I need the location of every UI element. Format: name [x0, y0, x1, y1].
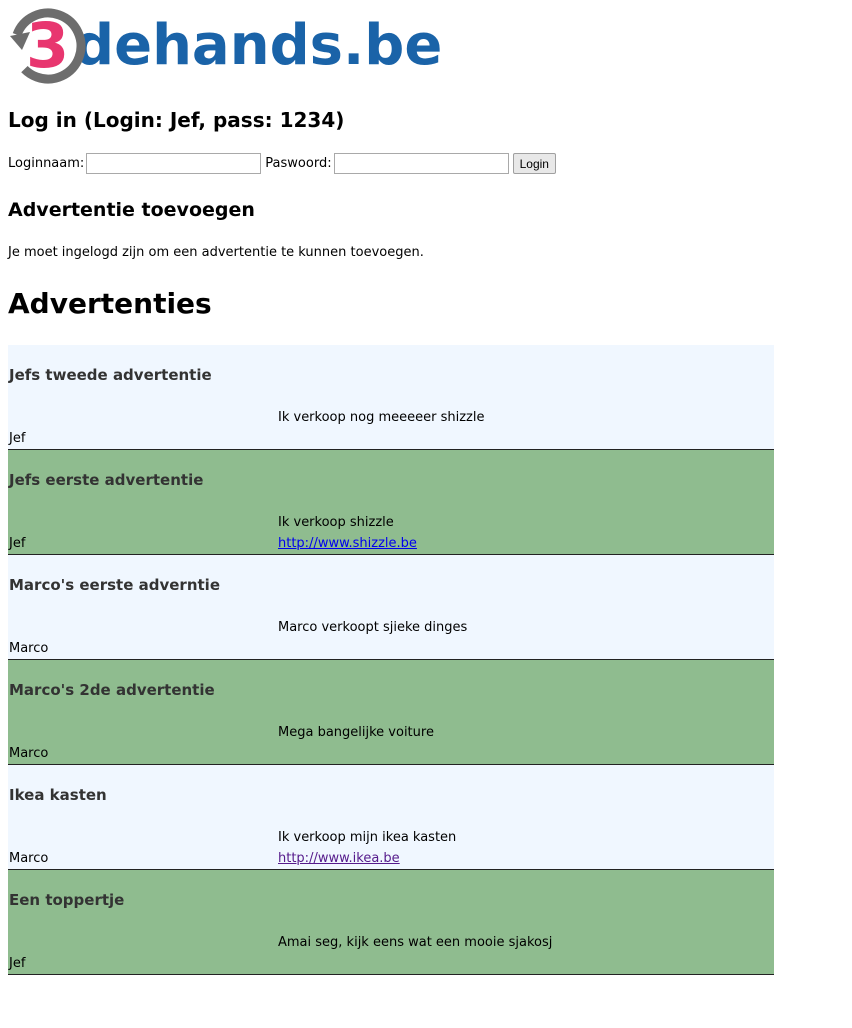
- login-button[interactable]: Login: [512, 153, 556, 174]
- ad-title: Ikea kasten: [9, 786, 107, 804]
- ad-user: Marco: [9, 641, 49, 656]
- logo-text: dehands.be: [74, 13, 443, 78]
- ad-link[interactable]: http://www.shizzle.be: [278, 536, 417, 551]
- site-logo[interactable]: 3 dehands.be: [8, 6, 442, 86]
- password-input[interactable]: [333, 153, 509, 174]
- password-label: Paswoord:: [265, 156, 332, 171]
- ad-title: Marco's eerste adverntie: [9, 576, 220, 594]
- ad-item: Jefs eerste advertentie Ik verkoop shizz…: [8, 450, 774, 555]
- ad-user: Jef: [9, 956, 26, 971]
- ad-user: Jef: [9, 431, 26, 446]
- ad-item: Ikea kasten Ik verkoop mijn ikea kasten …: [8, 765, 774, 870]
- ad-title: Een toppertje: [9, 891, 125, 909]
- ad-user: Jef: [9, 536, 26, 551]
- ad-description: Amai seg, kijk eens wat een mooie sjakos…: [278, 935, 553, 950]
- username-input[interactable]: [86, 153, 262, 174]
- ad-title: Jefs tweede advertentie: [9, 366, 212, 384]
- ad-description: Ik verkoop nog meeeeer shizzle: [278, 410, 485, 425]
- ad-item: Een toppertje Amai seg, kijk eens wat ee…: [8, 870, 774, 975]
- ad-item: Jefs tweede advertentie Ik verkoop nog m…: [8, 345, 774, 450]
- ads-list: Jefs tweede advertentie Ik verkoop nog m…: [8, 345, 774, 975]
- add-ad-title: Advertentie toevoegen: [8, 199, 255, 221]
- ad-user: Marco: [9, 746, 49, 761]
- ad-item: Marco's 2de advertentie Mega bangelijke …: [8, 660, 774, 765]
- ad-title: Jefs eerste advertentie: [9, 471, 204, 489]
- recycle-arrow-icon: 3: [8, 6, 88, 86]
- ad-description: Ik verkoop mijn ikea kasten: [278, 830, 457, 845]
- ad-link[interactable]: http://www.ikea.be: [278, 851, 400, 866]
- ad-description: Ik verkoop shizzle: [278, 515, 394, 530]
- logo-digit: 3: [26, 9, 70, 82]
- login-form: Loginnaam: Paswoord: Login: [8, 153, 556, 174]
- ad-user: Marco: [9, 851, 49, 866]
- ads-title: Advertenties: [8, 287, 212, 320]
- ad-description: Marco verkoopt sjieke dinges: [278, 620, 468, 635]
- ad-description: Mega bangelijke voiture: [278, 725, 434, 740]
- add-ad-note: Je moet ingelogd zijn om een advertentie…: [8, 245, 424, 260]
- username-label: Loginnaam:: [8, 156, 85, 171]
- ad-item: Marco's eerste adverntie Marco verkoopt …: [8, 555, 774, 660]
- ad-title: Marco's 2de advertentie: [9, 681, 215, 699]
- login-title: Log in (Login: Jef, pass: 1234): [8, 108, 345, 132]
